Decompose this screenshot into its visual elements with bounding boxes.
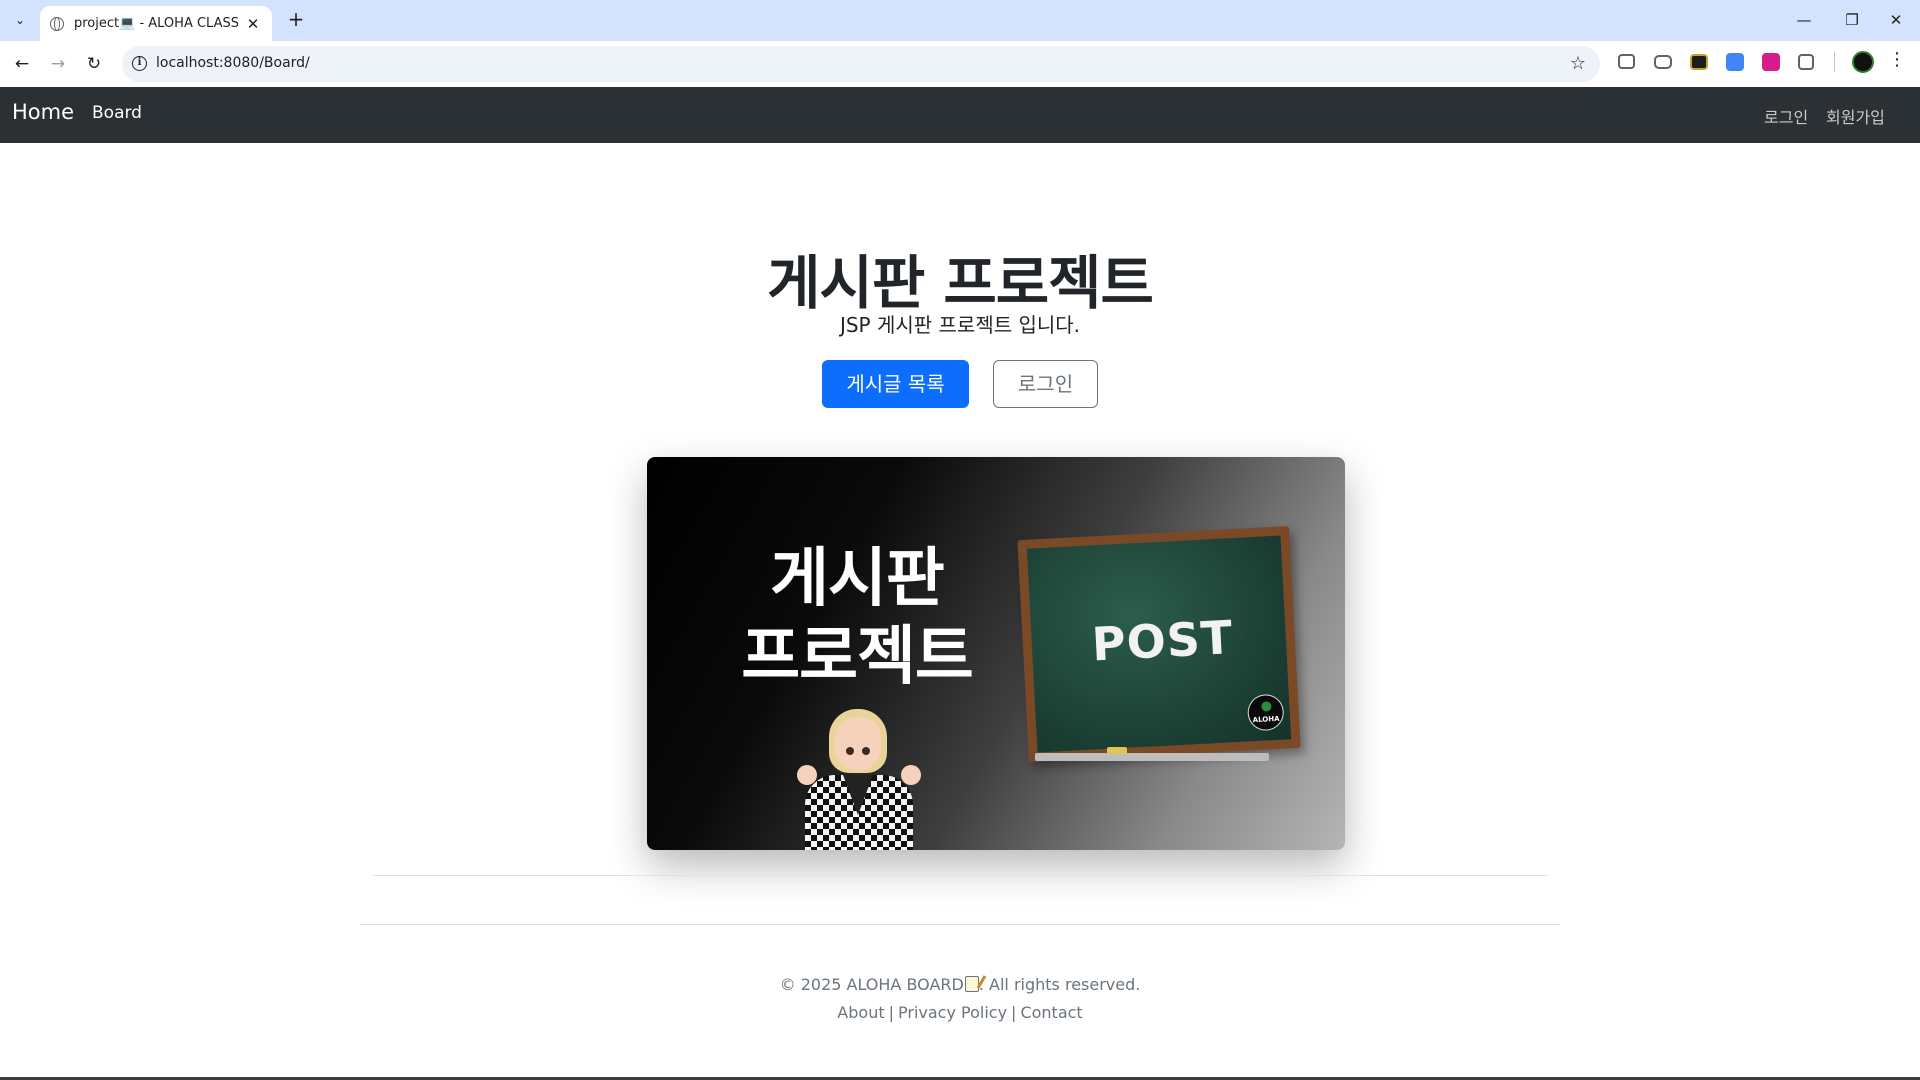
avatar-eye xyxy=(846,747,854,755)
translate-icon[interactable] xyxy=(1726,53,1744,71)
back-arrow-icon[interactable]: ← xyxy=(8,50,36,78)
footer-separator: | xyxy=(1011,1003,1017,1022)
window-close-icon[interactable]: ✕ xyxy=(1876,6,1916,34)
memo-icon xyxy=(964,976,979,992)
footer-separator: | xyxy=(888,1003,894,1022)
camera-icon[interactable] xyxy=(1654,55,1672,69)
nav-home-link[interactable]: Home xyxy=(12,100,74,124)
info-icon[interactable]: i xyxy=(132,56,147,71)
avatar-fist xyxy=(901,765,921,785)
page-title: 게시판 프로젝트 xyxy=(767,249,1154,317)
footer-contact-link[interactable]: Contact xyxy=(1020,1003,1082,1022)
avatar-character xyxy=(777,707,937,850)
avatar-eye xyxy=(862,747,870,755)
page-subtitle: JSP 게시판 프로젝트 입니다. xyxy=(839,313,1081,337)
login-button[interactable]: 로그인 xyxy=(993,360,1098,408)
plus-icon[interactable]: + xyxy=(282,8,310,32)
forward-arrow-icon[interactable]: → xyxy=(44,50,72,78)
copyright-prefix: © 2025 ALOHA BOARD xyxy=(779,975,964,994)
footer-links: About | Privacy Policy | Contact xyxy=(0,1003,1920,1022)
star-icon[interactable]: ☆ xyxy=(1570,53,1586,74)
cast-icon[interactable] xyxy=(1618,54,1635,69)
browser-tabstrip: ⌄ project💻 - ALOHA CLASS🌴 ✕ + — ❐ ✕ xyxy=(0,0,1920,41)
tab-search-icon[interactable]: ⌄ xyxy=(8,8,32,32)
chalkboard-text: POST xyxy=(1090,610,1235,672)
close-icon[interactable]: ✕ xyxy=(244,15,262,33)
divider xyxy=(373,875,1548,876)
globe-icon xyxy=(50,16,64,31)
browser-tab[interactable]: project💻 - ALOHA CLASS🌴 ✕ xyxy=(40,6,272,41)
avatar-face xyxy=(835,717,881,771)
nav-signup-link[interactable]: 회원가입 xyxy=(1826,104,1885,128)
minimize-icon[interactable]: — xyxy=(1784,6,1824,34)
download-extension-icon[interactable] xyxy=(1762,53,1780,71)
footer-divider xyxy=(360,924,1560,925)
nav-login-link[interactable]: 로그인 xyxy=(1764,104,1808,128)
tab-title: project💻 - ALOHA CLASS🌴 xyxy=(74,16,238,31)
banner-image: 게시판 프로젝트 POST ALOHA xyxy=(647,457,1345,850)
footer-privacy-link[interactable]: Privacy Policy xyxy=(898,1003,1007,1022)
chalk-tray xyxy=(1035,753,1269,761)
copyright-suffix: . All rights reserved. xyxy=(978,975,1141,994)
kebab-menu-icon[interactable]: ⋮ xyxy=(1888,49,1906,70)
extensions-icon[interactable] xyxy=(1798,54,1814,70)
footer-copyright: © 2025 ALOHA BOARD . All rights reserved. xyxy=(0,975,1920,994)
chalk xyxy=(1107,747,1127,754)
chalkboard-face: POST ALOHA xyxy=(1026,535,1292,753)
profile-avatar[interactable] xyxy=(1852,51,1874,73)
toolbar-divider xyxy=(1834,52,1835,72)
avatar-fist xyxy=(797,765,817,785)
restore-icon[interactable]: ❐ xyxy=(1832,6,1872,34)
url-text[interactable]: localhost:8080/Board/ xyxy=(156,55,310,71)
chalkboard-illustration: POST ALOHA xyxy=(1017,526,1301,762)
post-list-button[interactable]: 게시글 목록 xyxy=(822,360,969,408)
address-bar[interactable]: i localhost:8080/Board/ ☆ xyxy=(122,46,1600,82)
nav-board-link[interactable]: Board xyxy=(92,103,142,123)
banner-title-line2: 프로젝트 xyxy=(741,620,974,694)
footer-about-link[interactable]: About xyxy=(837,1003,884,1022)
reload-icon[interactable]: ↻ xyxy=(80,50,108,78)
extension-1-icon[interactable] xyxy=(1690,54,1708,70)
aloha-logo: ALOHA xyxy=(1246,693,1285,732)
site-navbar: Home Board 로그인 회원가입 xyxy=(0,87,1920,143)
